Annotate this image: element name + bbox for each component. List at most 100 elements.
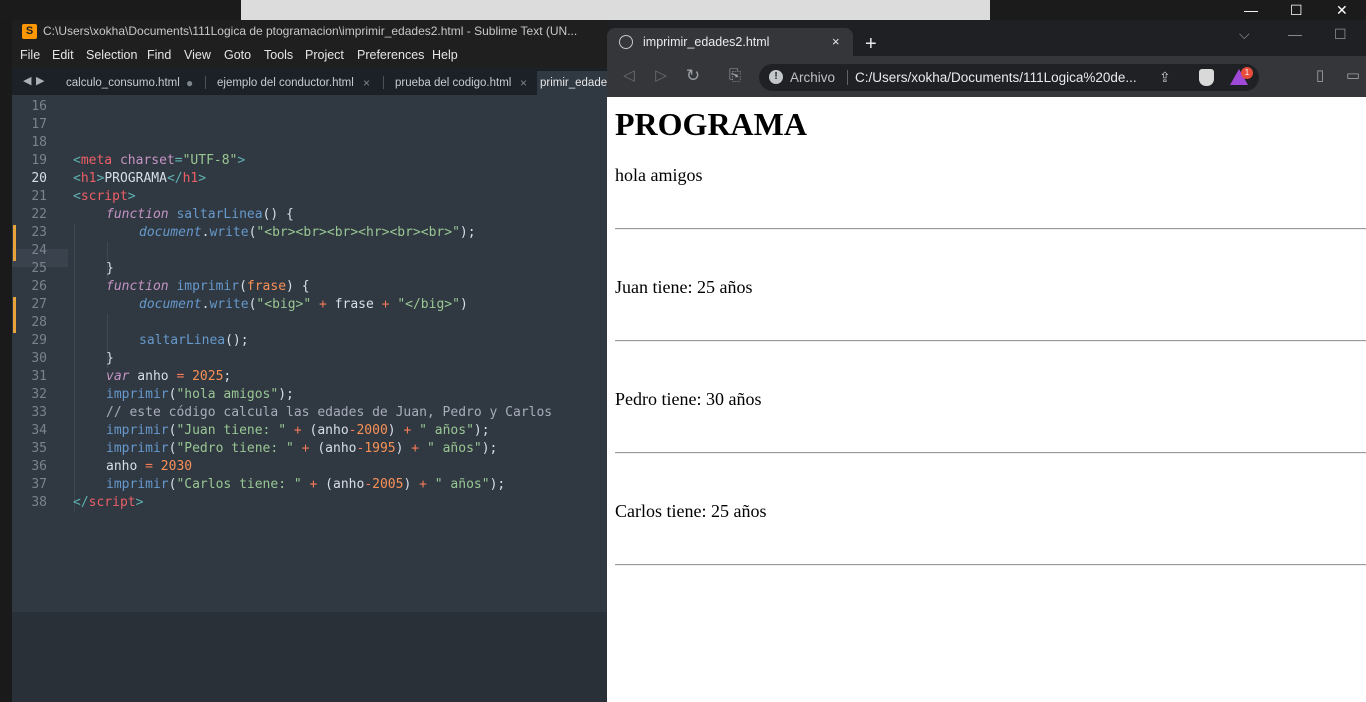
output-line: hola amigos	[615, 165, 703, 185]
bookmark-icon[interactable]: ⎘	[725, 66, 745, 86]
code-line-23: document.write("<br><br><br><hr><br><br>…	[139, 225, 476, 240]
menu-goto[interactable]: Goto	[224, 43, 251, 68]
menu-find[interactable]: Find	[147, 43, 171, 68]
sidebar-icon[interactable]: ▯	[1310, 66, 1330, 86]
os-close-icon[interactable]: ✕	[1336, 2, 1348, 18]
code-line-27: document.write("<big>" + frase + "</big>…	[139, 297, 468, 312]
new-tab-icon[interactable]: +	[865, 30, 877, 58]
address-bar[interactable]: ! Archivo C:/Users/xokha/Documents/111Lo…	[759, 64, 1259, 91]
wallet-icon[interactable]: ▭	[1343, 66, 1363, 86]
code-line-31: var anho = 2025;	[106, 369, 232, 384]
address-separator	[847, 70, 848, 85]
code-line-36: anho = 2030	[106, 459, 193, 474]
reload-icon[interactable]: ↻	[683, 66, 703, 86]
forward-icon[interactable]: ▷	[651, 66, 671, 86]
line-number: 30	[31, 351, 47, 366]
line-number: 29	[31, 333, 47, 348]
code-line-19: <meta charset="UTF-8">	[73, 153, 246, 168]
indent-guide	[74, 224, 75, 512]
code-line-30: }	[106, 351, 114, 366]
line-number: 28	[31, 315, 47, 330]
tab-search-chevron-icon[interactable]: ⌵	[1239, 26, 1250, 43]
menu-edit[interactable]: Edit	[52, 43, 74, 68]
address-scheme-label: Archivo	[790, 70, 836, 85]
code-line-20: <h1>PROGRAMA</h1>	[73, 171, 207, 186]
line-number: 23	[31, 225, 47, 240]
line-number: 17	[31, 117, 47, 132]
menu-file[interactable]: File	[20, 43, 40, 68]
tab-prueba-codigo[interactable]: prueba del codigo.html	[395, 71, 511, 95]
code-line-26: function imprimir(frase) {	[106, 279, 310, 294]
web-page-content: PROGRAMA hola amigos Juan tiene: 25 años…	[607, 97, 1366, 702]
line-number: 37	[31, 477, 47, 492]
page-heading: PROGRAMA	[615, 106, 807, 142]
rewards-badge: 1	[1241, 67, 1253, 79]
output-line: Carlos tiene: 25 años	[615, 501, 767, 521]
sublime-window: S C:\Users\xokha\Documents\111Logica de …	[12, 20, 607, 702]
os-window-controls: — ☐ ✕	[1228, 0, 1366, 20]
line-number: 21	[31, 189, 47, 204]
address-url[interactable]: C:/Users/xokha/Documents/111Logica%20de.…	[855, 64, 1155, 91]
code-line-25: }	[106, 261, 114, 276]
tab-close-icon[interactable]: ×	[832, 28, 840, 56]
editor-bottom-area	[12, 612, 607, 702]
back-icon[interactable]: ◁	[619, 66, 639, 86]
os-maximize-icon[interactable]: ☐	[1290, 2, 1303, 18]
tab-calculo-consumo[interactable]: calculo_consumo.html	[66, 71, 180, 95]
tab-separator	[205, 76, 206, 89]
code-line-35: imprimir("Pedro tiene: " + (anho-1995) +…	[106, 441, 498, 456]
menu-help[interactable]: Help	[432, 43, 458, 68]
output-line: Pedro tiene: 30 años	[615, 389, 762, 409]
output-line: Juan tiene: 25 años	[615, 277, 753, 297]
code-line-32: imprimir("hola amigos");	[106, 387, 294, 402]
code-line-22: function saltarLinea() {	[106, 207, 294, 222]
code-line-37: imprimir("Carlos tiene: " + (anho-2005) …	[106, 477, 506, 492]
background-window-strip	[241, 0, 990, 20]
globe-icon	[619, 35, 633, 49]
menu-project[interactable]: Project	[305, 43, 344, 68]
menu-tools[interactable]: Tools	[264, 43, 293, 68]
tab-dirty-indicator-icon[interactable]: ●	[186, 71, 193, 95]
code-line-29: saltarLinea();	[139, 333, 249, 348]
tab-nav-back-icon[interactable]: ◀	[23, 73, 31, 89]
tab-close-icon[interactable]: ×	[520, 71, 527, 95]
sublime-menubar: File Edit Selection Find View Goto Tools…	[12, 43, 607, 68]
line-number: 25	[31, 261, 47, 276]
brave-shield-icon[interactable]	[1199, 69, 1214, 86]
menu-view[interactable]: View	[184, 43, 211, 68]
os-minimize-icon[interactable]: —	[1244, 2, 1258, 18]
menu-preferences[interactable]: Preferences	[357, 43, 424, 68]
browser-maximize-icon[interactable]: ☐	[1334, 26, 1347, 43]
line-number: 32	[31, 387, 47, 402]
menu-selection[interactable]: Selection	[86, 43, 137, 68]
line-number: 38	[31, 495, 47, 510]
line-number: 34	[31, 423, 47, 438]
line-gutter: 16 17 18 19 20 21 22 23 24 25 26 27 28 2…	[12, 98, 68, 518]
code-line-33: // este código calcula las edades de Jua…	[106, 405, 553, 420]
share-icon[interactable]: ⇪	[1159, 69, 1171, 86]
tab-close-icon[interactable]: ×	[363, 71, 370, 95]
horizontal-rule	[615, 340, 1366, 342]
tab-nav-forward-icon[interactable]: ▶	[36, 73, 44, 89]
tab-imprimir-edades2[interactable]: primir_edades2	[537, 71, 607, 95]
code-line-34: imprimir("Juan tiene: " + (anho-2000) + …	[106, 423, 490, 438]
horizontal-rule	[615, 452, 1366, 454]
line-number: 33	[31, 405, 47, 420]
line-number: 35	[31, 441, 47, 456]
sublime-logo-icon: S	[22, 24, 37, 39]
site-info-icon[interactable]: !	[769, 70, 783, 84]
browser-minimize-icon[interactable]: —	[1288, 26, 1302, 42]
line-number: 22	[31, 207, 47, 222]
horizontal-rule	[615, 228, 1366, 230]
sublime-window-title: C:\Users\xokha\Documents\111Logica de pt…	[43, 24, 578, 38]
browser-window: imprimir_edades2.html × + ⌵ — ☐ ◁ ▷ ↻ ⎘ …	[607, 20, 1366, 702]
browser-tab-active[interactable]: imprimir_edades2.html ×	[607, 28, 853, 56]
code-line-38: </script>	[73, 495, 144, 510]
line-number: 27	[31, 297, 47, 312]
tab-separator	[383, 76, 384, 89]
line-number-current: 20	[31, 171, 47, 186]
line-number: 31	[31, 369, 47, 384]
browser-tab-title: imprimir_edades2.html	[643, 35, 770, 49]
tab-ejemplo-conductor[interactable]: ejemplo del conductor.html	[217, 71, 354, 95]
browser-toolbar: ◁ ▷ ↻ ⎘ ! Archivo C:/Users/xokha/Documen…	[607, 56, 1366, 97]
